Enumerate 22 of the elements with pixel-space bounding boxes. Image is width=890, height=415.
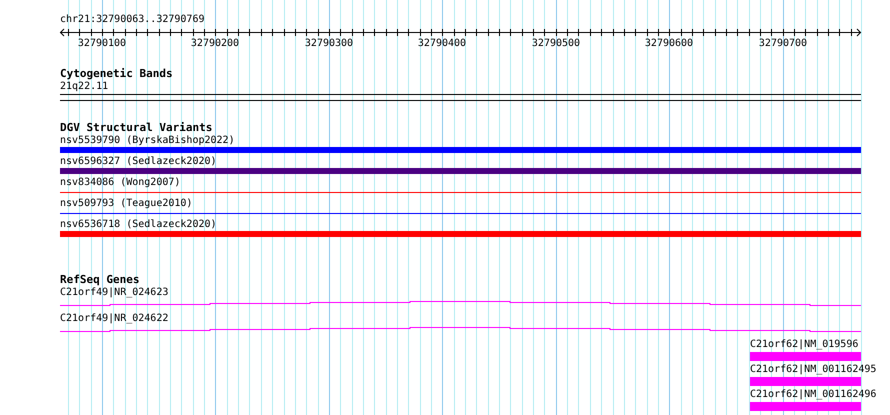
ruler-tick-label: 32790700 xyxy=(758,38,808,49)
feature-label: C21orf62|NM_001162495 xyxy=(750,363,876,377)
ruler-tick-label: 32790400 xyxy=(418,38,466,49)
ruler-tick-label: 32790100 xyxy=(78,38,126,49)
ruler-tick-label: 32790200 xyxy=(190,38,240,49)
feature-label: nsv6536718 (Sedlazeck2020) xyxy=(60,218,218,231)
ruler-position-label: chr21:32790063..32790769 xyxy=(60,14,206,26)
track-title: DGV Structural Variants xyxy=(60,122,214,134)
feature-label: C21orf62|NM_019596 xyxy=(750,338,858,352)
track-title: Cytogenetic Bands xyxy=(60,68,174,80)
feature-label: nsv509793 (Teague2010) xyxy=(60,197,194,210)
feature-label: 21q22.11 xyxy=(60,80,110,93)
track-title: RefSeq Genes xyxy=(60,274,140,286)
feature-label: nsv834086 (Wong2007) xyxy=(60,176,182,189)
feature-label: nsv6596327 (Sedlazeck2020) xyxy=(60,155,218,168)
feature-label: C21orf62|NM_001162496 xyxy=(750,388,876,402)
ruler-tick-label: 32790500 xyxy=(532,38,580,49)
feature-label: C21orf49|NR_024622 xyxy=(60,312,170,325)
feature-label: nsv5539790 (ByrskaBishop2022) xyxy=(60,134,236,147)
ruler-tick-label: 32790600 xyxy=(644,38,694,49)
feature-label: C21orf49|NR_024623 xyxy=(60,286,170,299)
ruler-tick-label: 32790300 xyxy=(304,38,354,49)
